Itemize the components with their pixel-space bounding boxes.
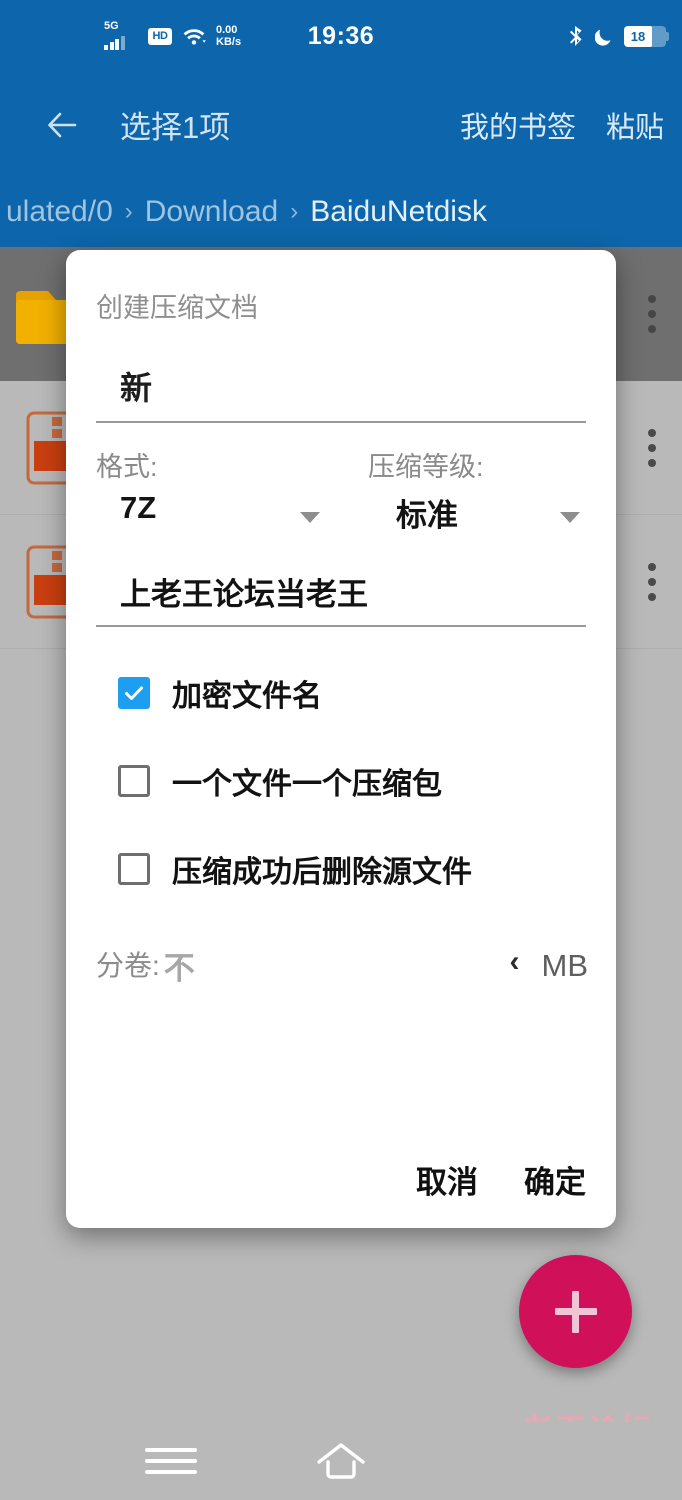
clock-label: 19:36 [307,21,375,50]
checkbox-label: 加密文件名 [172,680,322,713]
compression-level-label: 压缩等级: [368,452,484,482]
back-button[interactable] [22,85,102,165]
home-icon[interactable] [315,1440,367,1482]
navigation-bar [0,1422,682,1500]
split-volume-label: 分卷: [96,950,160,981]
checkbox-one-archive-per-file[interactable]: 一个文件一个压缩包 [94,759,588,803]
chevron-down-icon [560,512,580,523]
more-vertical-icon[interactable] [648,562,656,601]
split-volume-row: 分卷: 不 ‹ MB [94,943,588,988]
battery-level-label: 18 [630,28,646,44]
archive-name-field-row: 新 [94,363,588,423]
breadcrumb-separator: › [124,198,133,225]
more-vertical-icon[interactable] [648,294,656,333]
field-underline [96,421,586,423]
status-bar-right: 18 [568,0,669,72]
arrow-left-icon [48,112,77,137]
checkbox-icon-unchecked[interactable] [118,853,150,885]
password-input[interactable]: 上老王论坛当老王 [96,569,586,612]
paste-button[interactable]: 粘贴 [606,104,664,146]
confirm-button[interactable]: 确定 [524,1157,586,1202]
my-bookmarks-button[interactable]: 我的书签 [460,104,576,146]
create-archive-dialog: 创建压缩文档 新 格式: 7Z 压缩等级: 标准 上老王论坛当老王 加密文件名 … [66,250,616,1228]
phone-screen: 5G HD 0.00 KB/s 19:36 18 选择1项 我的书签 粘贴 ul… [0,0,682,1500]
cancel-button[interactable]: 取消 [416,1157,478,1202]
compression-level-select[interactable]: 压缩等级: 标准 [334,445,580,535]
format-label: 格式: [96,452,158,482]
status-bar: 5G HD 0.00 KB/s 19:36 18 [0,0,682,72]
archive-name-input[interactable]: 新 [96,363,586,407]
action-bar-actions: 我的书签 粘贴 [460,104,664,146]
checkbox-label: 压缩成功后删除源文件 [172,856,472,889]
breadcrumb-separator: › [290,198,299,225]
breadcrumb-item-baidunetdisk[interactable]: BaiduNetdisk [310,195,487,229]
format-select[interactable]: 格式: 7Z [94,445,334,535]
dialog-buttons: 取消 确定 [416,1157,586,1202]
format-value: 7Z [120,490,157,525]
battery-icon: 18 [624,25,669,47]
split-volume-input-wrapper: 不 ‹ [162,943,528,988]
moon-icon [594,27,613,46]
breadcrumb-item-download[interactable]: Download [145,195,278,229]
add-fab-button[interactable] [519,1255,632,1368]
page-title: 选择1项 [120,110,231,145]
menu-icon[interactable] [145,1441,197,1481]
breadcrumb: ulated/0 › Download › BaiduNetdisk [0,177,682,247]
checkbox-icon-checked[interactable] [118,677,150,709]
dialog-title: 创建压缩文档 [96,293,258,323]
bluetooth-icon [568,25,584,47]
format-and-level-row: 格式: 7Z 压缩等级: 标准 [94,445,588,535]
password-field-row: 上老王论坛当老王 [94,569,588,627]
action-bar: 选择1项 我的书签 粘贴 [0,72,682,177]
compression-level-value: 标准 [396,498,458,533]
split-volume-input[interactable]: 不 [162,951,195,986]
field-underline [96,625,586,627]
checkbox-icon-unchecked[interactable] [118,765,150,797]
checkbox-encrypt-filenames[interactable]: 加密文件名 [94,671,588,715]
checkbox-label: 一个文件一个压缩包 [172,768,442,801]
chevron-left-icon[interactable]: ‹ [510,945,520,979]
chevron-down-icon [300,512,320,523]
more-vertical-icon[interactable] [648,428,656,467]
split-volume-unit: MB [541,948,589,983]
checkbox-delete-source-after-success[interactable]: 压缩成功后删除源文件 [94,847,588,891]
breadcrumb-item-root[interactable]: ulated/0 [6,195,113,229]
